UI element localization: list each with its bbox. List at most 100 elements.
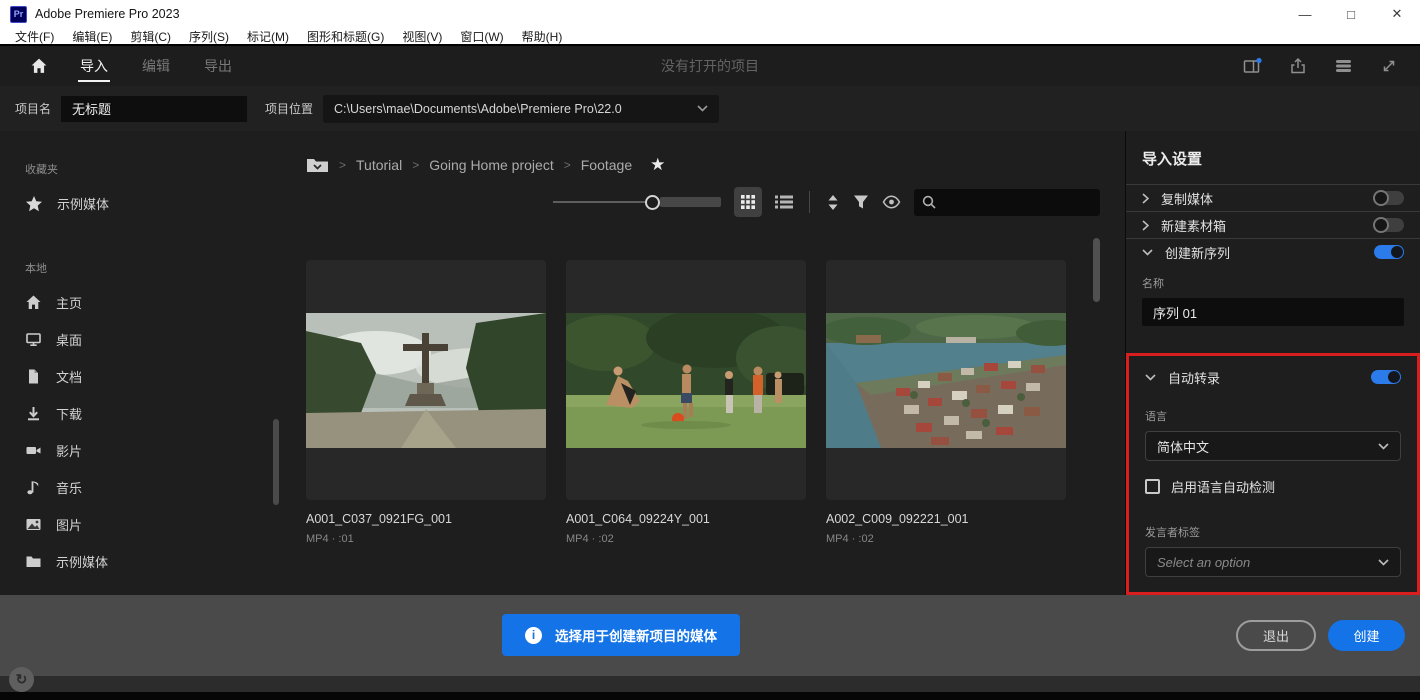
premiere-window: Pr Adobe Premiere Pro 2023 — □ ✕ 文件(F) 编… [0, 0, 1420, 700]
speaker-dropdown[interactable]: Select an option [1145, 547, 1401, 577]
menu-file[interactable]: 文件(F) [6, 28, 63, 45]
project-name-label: 项目名 [15, 100, 51, 117]
sort-button[interactable] [826, 194, 840, 211]
auto-detect-checkbox[interactable] [1145, 479, 1160, 494]
exit-button[interactable]: 退出 [1236, 620, 1316, 651]
menu-view[interactable]: 视图(V) [393, 28, 451, 45]
fullscreen-icon[interactable] [1380, 57, 1398, 75]
minimize-button[interactable]: — [1282, 0, 1328, 28]
sequence-name-input[interactable]: 序列 01 [1142, 298, 1404, 326]
sequence-name-label: 名称 [1142, 275, 1404, 291]
view-toolbar [553, 187, 1100, 217]
breadcrumb-footage[interactable]: Footage [581, 157, 632, 173]
breadcrumb: > Tutorial > Going Home project > Footag… [306, 155, 1125, 175]
list-view-icon [775, 194, 793, 210]
media-item: A001_C064_09224Y_001 MP4 · :02 [566, 260, 806, 545]
menu-clip[interactable]: 剪辑(C) [121, 28, 180, 45]
media-thumbnail-cross-monument[interactable] [306, 260, 546, 500]
project-status-text: 没有打开的项目 [661, 56, 759, 76]
sidebar-item-label: 桌面 [56, 330, 82, 349]
sidebar-item-sample-media[interactable]: 示例媒体 [0, 543, 290, 580]
stack-settings-icon[interactable] [1334, 57, 1353, 75]
create-sequence-toggle[interactable] [1374, 245, 1404, 259]
window-title: Adobe Premiere Pro 2023 [35, 7, 180, 21]
sidebar-item-sample-media-favorite[interactable]: 示例媒体 [0, 185, 290, 222]
menu-markers[interactable]: 标记(M) [238, 28, 298, 45]
app-header: 导入 编辑 导出 没有打开的项目 [0, 46, 1420, 86]
menu-edit[interactable]: 编辑(E) [63, 28, 121, 45]
language-value: 简体中文 [1157, 437, 1209, 456]
close-button[interactable]: ✕ [1374, 0, 1420, 28]
video-frame [826, 313, 1066, 448]
auto-transcribe-toggle[interactable] [1371, 370, 1401, 384]
home-button[interactable] [30, 57, 48, 75]
auto-transcribe-highlight-box: 自动转录 语言 简体中文 启用语言自动检测 发言者标签 [1126, 353, 1420, 595]
menu-graphics[interactable]: 图形和标题(G) [298, 28, 393, 45]
banner-text: 选择用于创建新项目的媒体 [555, 625, 717, 645]
sidebar-item-label: 示例媒体 [57, 194, 109, 213]
sidebar-item-movies[interactable]: 影片 [0, 432, 290, 469]
project-location-value: C:\Users\mae\Documents\Adobe\Premiere Pr… [334, 102, 622, 116]
sidebar-section-favorites: 收藏夹 [25, 161, 290, 177]
copy-media-row[interactable]: 复制媒体 [1126, 184, 1420, 211]
menu-sequence[interactable]: 序列(S) [180, 28, 238, 45]
auto-transcribe-row[interactable]: 自动转录 [1129, 356, 1417, 398]
favorite-star-icon[interactable]: ★ [650, 155, 665, 175]
thumbnail-size-slider[interactable] [553, 195, 721, 210]
folder-dropdown-icon[interactable] [306, 157, 329, 174]
tab-edit[interactable]: 编辑 [142, 46, 170, 86]
sidebar-item-home[interactable]: 主页 [0, 284, 290, 321]
menu-window[interactable]: 窗口(W) [451, 28, 512, 45]
maximize-button[interactable]: □ [1328, 0, 1374, 28]
chevron-down-icon [1378, 443, 1389, 450]
sync-icon[interactable]: ↻ [9, 667, 34, 692]
sidebar-item-desktop[interactable]: 桌面 [0, 321, 290, 358]
import-settings-panel: 导入设置 复制媒体 新建素材箱 创建新序列 名称 序列 01 [1125, 131, 1420, 595]
preview-button[interactable] [882, 195, 901, 209]
filter-button[interactable] [853, 194, 869, 210]
media-thumbnail-aerial-town[interactable] [826, 260, 1066, 500]
file-name: A001_C037_0921FG_001 [306, 512, 546, 526]
sidebar-item-music[interactable]: 音乐 [0, 469, 290, 506]
tab-export[interactable]: 导出 [204, 46, 232, 86]
search-input[interactable] [943, 195, 1092, 209]
new-bin-row[interactable]: 新建素材箱 [1126, 211, 1420, 238]
media-browser: > Tutorial > Going Home project > Footag… [290, 131, 1125, 595]
home-icon [30, 57, 48, 75]
sidebar: 收藏夹 示例媒体 本地 主页 桌面 文档 下载 [0, 131, 290, 595]
breadcrumb-tutorial[interactable]: Tutorial [356, 157, 402, 173]
sidebar-item-documents[interactable]: 文档 [0, 358, 290, 395]
sidebar-item-pictures[interactable]: 图片 [0, 506, 290, 543]
search-box[interactable] [914, 189, 1100, 216]
tab-import[interactable]: 导入 [80, 46, 108, 86]
chevron-right-icon [1142, 220, 1149, 231]
toolbar-divider [809, 191, 810, 213]
premiere-logo-icon: Pr [10, 6, 27, 23]
language-dropdown[interactable]: 简体中文 [1145, 431, 1401, 461]
list-view-button[interactable] [775, 194, 793, 210]
content-scrollbar[interactable] [1093, 238, 1100, 302]
share-export-icon[interactable] [1289, 57, 1307, 75]
media-thumbnail-soccer[interactable] [566, 260, 806, 500]
create-sequence-row[interactable]: 创建新序列 [1126, 238, 1420, 265]
workspace-icon[interactable] [1243, 57, 1262, 75]
create-button[interactable]: 创建 [1328, 620, 1405, 651]
breadcrumb-separator: > [412, 158, 419, 172]
grid-view-button[interactable] [734, 187, 762, 217]
eye-icon [882, 195, 901, 209]
breadcrumb-going-home-project[interactable]: Going Home project [429, 157, 554, 173]
copy-media-toggle[interactable] [1374, 191, 1404, 205]
sort-icon [826, 194, 840, 211]
new-bin-toggle[interactable] [1374, 218, 1404, 232]
project-location-dropdown[interactable]: C:\Users\mae\Documents\Adobe\Premiere Pr… [323, 95, 719, 123]
sidebar-item-downloads[interactable]: 下载 [0, 395, 290, 432]
title-bar: Pr Adobe Premiere Pro 2023 — □ ✕ [0, 0, 1420, 28]
select-media-banner: i 选择用于创建新项目的媒体 [502, 614, 740, 656]
breadcrumb-separator: > [339, 158, 346, 172]
chevron-down-icon [1145, 374, 1156, 381]
slider-handle[interactable] [645, 195, 660, 210]
project-name-input[interactable] [61, 96, 247, 122]
auto-detect-row[interactable]: 启用语言自动检测 [1145, 477, 1401, 496]
sidebar-scrollbar[interactable] [273, 419, 279, 505]
menu-help[interactable]: 帮助(H) [513, 28, 572, 45]
